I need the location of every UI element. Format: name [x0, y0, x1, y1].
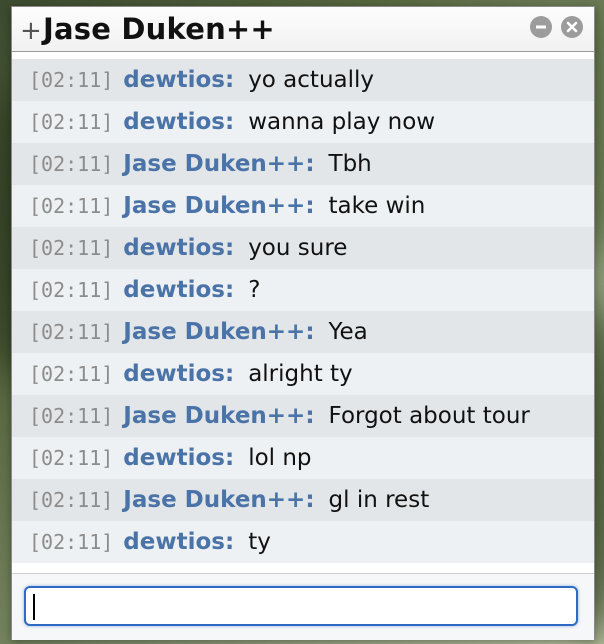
message-timestamp: [02:11]: [29, 488, 114, 512]
chat-window: +Jase Duken++ [02:11] dewtios: yo actually…: [11, 6, 595, 640]
chat-message-row: [02:11] dewtios: wanna play now: [12, 101, 594, 143]
chat-message-row: [02:11] dewtios: ty: [12, 521, 594, 563]
message-username[interactable]: Jase Duken++:: [123, 319, 314, 345]
message-text: alright ty: [248, 361, 353, 387]
message-text: wanna play now: [248, 109, 436, 135]
chat-input-area: [12, 573, 594, 640]
minimize-icon: [536, 25, 546, 29]
message-username[interactable]: Jase Duken++:: [123, 403, 314, 429]
text-caret: [33, 594, 35, 620]
message-timestamp: [02:11]: [29, 530, 114, 554]
message-timestamp: [02:11]: [29, 194, 114, 218]
chat-message-row: [02:11] dewtios: alright ty: [12, 353, 594, 395]
message-text: ty: [248, 529, 271, 555]
message-username[interactable]: dewtios:: [123, 277, 234, 303]
message-username[interactable]: dewtios:: [123, 235, 234, 261]
message-timestamp: [02:11]: [29, 446, 114, 470]
message-text: take win: [328, 193, 426, 219]
message-timestamp: [02:11]: [29, 320, 114, 344]
message-timestamp: [02:11]: [29, 278, 114, 302]
chat-message-row: [02:11] Jase Duken++: Forgot about tour: [12, 395, 594, 437]
message-timestamp: [02:11]: [29, 68, 114, 92]
chat-message-row: [02:11] Jase Duken++: Tbh: [12, 143, 594, 185]
message-username[interactable]: dewtios:: [123, 109, 234, 135]
close-button[interactable]: [561, 16, 583, 38]
chat-message-row: [02:11] dewtios:?: [12, 269, 594, 311]
message-text: lol np: [248, 445, 312, 471]
message-timestamp: [02:11]: [29, 110, 114, 134]
message-text: Tbh: [328, 151, 372, 177]
minimize-button[interactable]: [530, 16, 552, 38]
message-text: gl in rest: [328, 487, 430, 513]
message-timestamp: [02:11]: [29, 404, 114, 428]
chat-title: +Jase Duken++: [20, 12, 275, 46]
chat-message-row: [02:11] Jase Duken++: take win: [12, 185, 594, 227]
message-text: you sure: [248, 235, 348, 261]
message-text: yo actually: [248, 67, 375, 93]
title-prefix: +: [20, 16, 42, 46]
chat-message-row: [02:11] Jase Duken++: gl in rest: [12, 479, 594, 521]
message-username[interactable]: Jase Duken++:: [123, 487, 314, 513]
message-timestamp: [02:11]: [29, 362, 114, 386]
message-timestamp: [02:11]: [29, 152, 114, 176]
message-username[interactable]: Jase Duken++:: [123, 151, 314, 177]
chat-titlebar[interactable]: +Jase Duken++: [12, 7, 594, 52]
message-text: Forgot about tour: [328, 403, 530, 429]
message-username[interactable]: dewtios:: [123, 445, 234, 471]
chat-message-row: [02:11] dewtios: lol np: [12, 437, 594, 479]
message-username[interactable]: dewtios:: [123, 67, 234, 93]
chat-input[interactable]: [24, 586, 578, 626]
message-text: Yea: [328, 319, 368, 345]
chat-message-row: [02:11] dewtios: you sure: [12, 227, 594, 269]
close-icon: [566, 21, 578, 33]
chat-message-row: [02:11] dewtios: yo actually: [12, 59, 594, 101]
chat-log[interactable]: [02:11] dewtios: yo actually [02:11] dewtios…: [12, 59, 594, 567]
message-username[interactable]: dewtios:: [123, 529, 234, 555]
message-timestamp: [02:11]: [29, 236, 114, 260]
chat-message-row: [02:11] Jase Duken++: Yea: [12, 311, 594, 353]
chat-title-text: Jase Duken++: [43, 12, 275, 46]
message-username[interactable]: Jase Duken++:: [123, 193, 314, 219]
message-text: ?: [248, 277, 261, 303]
message-username[interactable]: dewtios:: [123, 361, 234, 387]
